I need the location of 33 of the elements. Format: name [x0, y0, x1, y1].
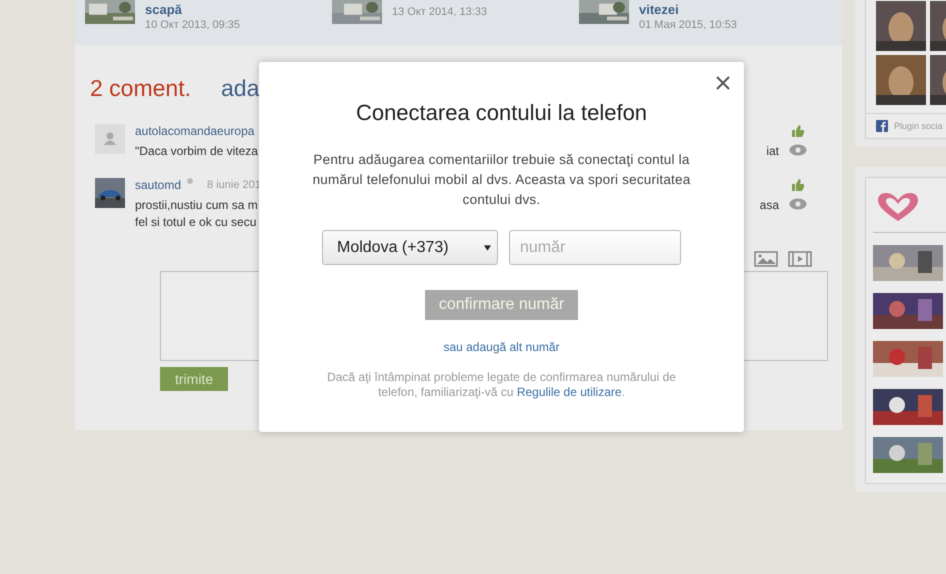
- modal-title: Conectarea contului la telefon: [356, 100, 648, 126]
- comment-date: 8 iunie 201: [207, 179, 261, 191]
- comment-text: fel si totul e ok cu secu: [135, 215, 256, 229]
- add-comment-link[interactable]: ada: [221, 75, 260, 102]
- article-title[interactable]: vitezei: [639, 2, 737, 18]
- article-date: 10 Окт 2013, 09:35: [145, 18, 240, 32]
- add-number-link[interactable]: sau adaugă alt număr: [443, 340, 560, 354]
- heart-logo-icon[interactable]: [876, 192, 920, 222]
- help-note: Dacă aţi întâmpinat probleme legate de confirmarea numărului de telefon, familiarizaţi-vă cu Regulile de utilizare.: [326, 370, 677, 400]
- country-dropdown[interactable]: Moldova (+373): [322, 230, 498, 265]
- comment-author[interactable]: autolacomandaeuropa: [135, 124, 254, 138]
- comment-count: 2 coment.: [90, 75, 191, 102]
- avatar-placeholder-icon: [95, 124, 125, 154]
- image-icon[interactable]: [754, 251, 778, 267]
- eye-icon[interactable]: [789, 198, 807, 210]
- article-date: 01 Мая 2015, 10:53: [639, 18, 737, 32]
- close-icon[interactable]: [716, 76, 730, 90]
- article-date: 13 Окт 2014, 13:33: [392, 5, 487, 19]
- terms-link[interactable]: Regulile de utilizare: [516, 385, 622, 399]
- video-icon[interactable]: [788, 251, 812, 267]
- comment-text: "Daca vorbim de viteza: [135, 144, 258, 158]
- phone-number-field[interactable]: număr: [509, 230, 681, 265]
- comment-text: iat: [766, 144, 779, 158]
- facebook-icon[interactable]: [876, 120, 888, 132]
- caret-icon: [484, 244, 491, 250]
- thumbs-up-icon[interactable]: [791, 124, 805, 138]
- comment-author[interactable]: sautomd: [135, 178, 182, 192]
- modal-description: Pentru adăugarea comentariilor trebuie să conectaţi contul la numărul telefonului mobil al dvs. Aceasta va spori securitatea contului dvs.: [312, 151, 692, 209]
- article-title[interactable]: scapă: [145, 2, 240, 18]
- comment-text: asa: [760, 198, 779, 212]
- comment-text: prostii,nustiu cum sa m: [135, 198, 258, 212]
- eye-icon[interactable]: [789, 144, 807, 156]
- thumbs-up-icon[interactable]: [791, 178, 805, 192]
